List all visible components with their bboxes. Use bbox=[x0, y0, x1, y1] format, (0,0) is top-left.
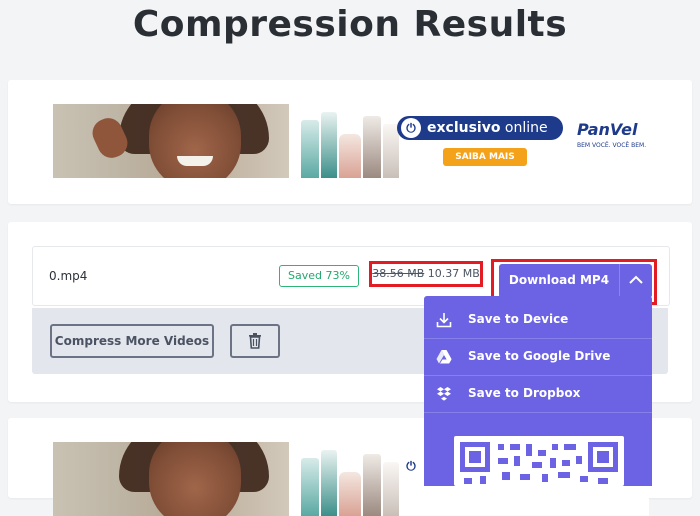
ad-photo bbox=[53, 104, 289, 178]
download-mp4-button[interactable]: Download MP4 bbox=[499, 264, 619, 298]
chevron-up-icon bbox=[629, 275, 643, 284]
download-icon bbox=[436, 313, 452, 328]
delete-button[interactable] bbox=[230, 324, 280, 358]
power-icon: ⏻ bbox=[401, 456, 421, 476]
save-to-device-label: Save to Device bbox=[468, 312, 569, 326]
dropbox-icon bbox=[437, 387, 451, 401]
page-title: Compression Results bbox=[132, 4, 568, 45]
ad-products-image bbox=[293, 104, 403, 178]
ad-card-top: exclusivo online ⏻ SAIBA MAIS PanVel BEM… bbox=[8, 80, 692, 204]
qr-code bbox=[454, 436, 624, 486]
save-to-device-item[interactable]: Save to Device bbox=[424, 302, 652, 339]
save-to-google-drive-item[interactable]: Save to Google Drive bbox=[424, 339, 652, 376]
download-options-toggle[interactable] bbox=[619, 264, 652, 298]
ad-exclusive-badge: exclusivo online bbox=[397, 116, 563, 140]
file-name: 0.mp4 bbox=[49, 269, 88, 283]
trash-icon bbox=[249, 333, 261, 349]
google-drive-icon bbox=[436, 350, 452, 364]
size-comparison: 38.56 MB 10.37 MB bbox=[369, 261, 483, 287]
save-to-dropbox-label: Save to Dropbox bbox=[468, 386, 581, 400]
save-to-dropbox-item[interactable]: Save to Dropbox bbox=[424, 376, 652, 413]
ad-cta-button[interactable]: SAIBA MAIS bbox=[443, 148, 527, 166]
ad-brand-logo: PanVel bbox=[577, 120, 638, 139]
download-dropdown-menu: Save to Device Save to Google Drive Save… bbox=[424, 296, 652, 486]
ad-banner[interactable]: exclusivo online ⏻ SAIBA MAIS PanVel BEM… bbox=[53, 104, 649, 178]
power-icon: ⏻ bbox=[401, 118, 421, 138]
save-to-google-drive-label: Save to Google Drive bbox=[468, 349, 611, 363]
original-size: 38.56 MB bbox=[372, 267, 425, 280]
compressed-size: 10.37 MB bbox=[427, 267, 480, 280]
ad-tagline: BEM VOCÊ. VOCÊ BEM. bbox=[577, 142, 647, 149]
saved-badge: Saved 73% bbox=[279, 265, 359, 287]
compress-more-button[interactable]: Compress More Videos bbox=[50, 324, 214, 358]
qr-code-pattern bbox=[460, 442, 618, 484]
